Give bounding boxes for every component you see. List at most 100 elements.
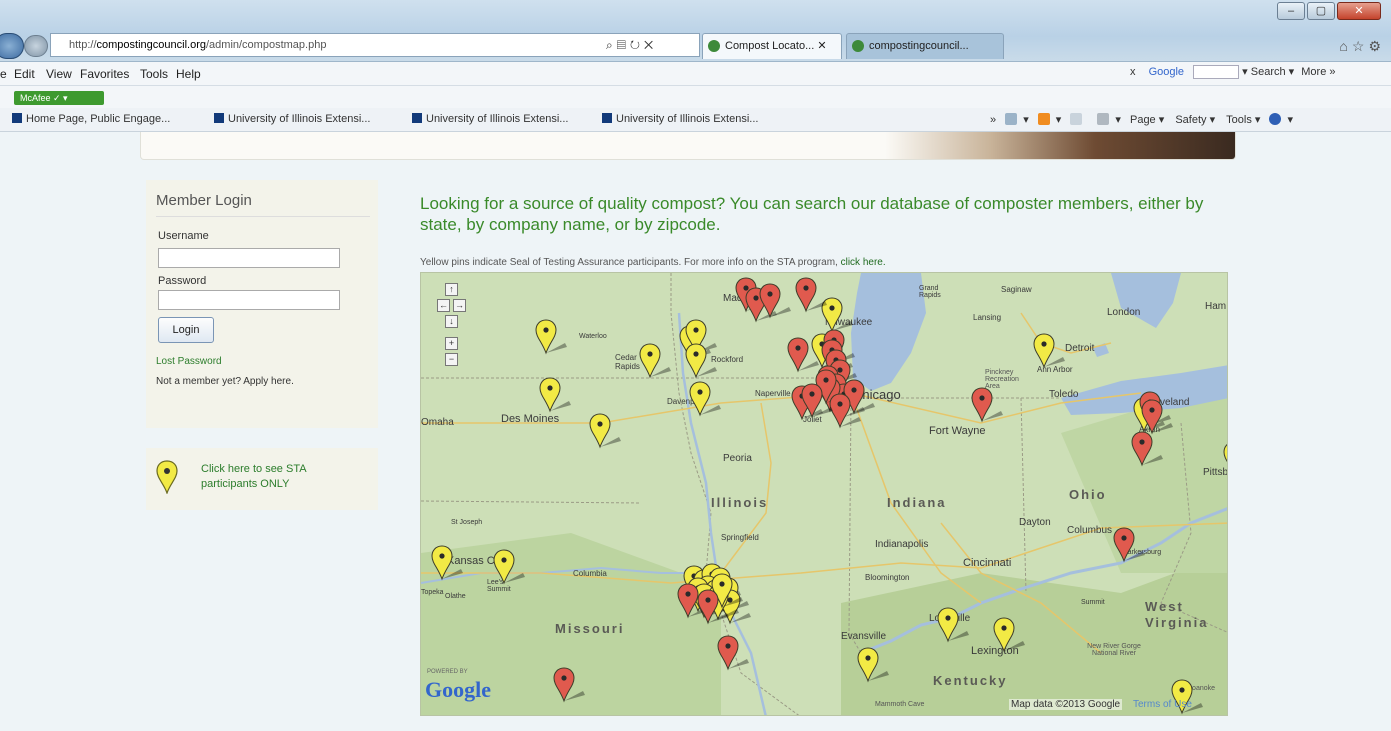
tab-compostingcouncil[interactable]: compostingcouncil... [846,33,1004,59]
member-pin[interactable] [553,667,587,703]
command-bar: » ▾ ▾ ▾ Page ▾ Safety ▾ Tools ▾ ▾ [990,113,1294,126]
map-label: Springfield [721,533,759,542]
sta-member-pin[interactable] [685,343,719,379]
google-logo[interactable]: POWERED BY Google [425,669,491,703]
map-label: Indiana [887,495,947,510]
favorite-link[interactable]: University of Illinois Extensi... [412,113,568,125]
zoom-in-button[interactable]: + [445,337,458,350]
sta-info-link[interactable]: click here. [841,257,886,268]
sta-member-pin[interactable] [539,377,573,413]
map-label: Waterloo [579,333,607,340]
favorite-link[interactable]: University of Illinois Extensi... [602,113,758,125]
sta-member-pin[interactable] [493,549,527,585]
terms-of-use-link[interactable]: Terms of Use [1133,699,1192,710]
more-button[interactable]: More » [1301,66,1335,78]
forward-icon[interactable] [24,35,48,57]
address-bar[interactable]: http://compostingcouncil.org/admin/compo… [50,33,700,57]
mail-icon[interactable] [1070,113,1083,125]
member-pin[interactable] [717,635,751,671]
help-icon[interactable] [1269,113,1282,125]
menu-tools[interactable]: Tools [140,67,168,81]
gear-icon[interactable]: ⚙ [1368,38,1385,54]
map-label: Topeka [421,589,444,596]
menu-favorites[interactable]: Favorites [80,67,129,81]
home-icon[interactable]: ⌂ [1339,38,1351,54]
map-label: Mammoth Cave [875,701,925,708]
sta-member-pin[interactable] [535,319,569,355]
zoom-out-button[interactable]: − [445,353,458,366]
back-icon[interactable] [0,33,24,59]
compost-map[interactable]: Illinois Indiana Ohio Missouri Kentucky … [420,272,1228,716]
window-controls: – ▢ ✕ [1275,2,1381,20]
menu-help[interactable]: Help [176,67,201,81]
rss-icon[interactable] [1037,113,1050,125]
address-actions[interactable]: ⌕▤↻✕ [606,38,657,53]
star-icon[interactable]: ☆ [1352,38,1369,54]
toolbar-close-button[interactable]: x [1130,66,1136,78]
sta-member-pin[interactable] [857,647,891,683]
map-label: Lansing [973,313,1002,322]
sta-member-pin[interactable] [993,617,1027,653]
login-button[interactable]: Login [158,317,214,343]
tools-menu[interactable]: Tools ▾ [1226,114,1260,126]
google-search-input[interactable] [1193,65,1240,80]
menu-view[interactable]: View [46,67,72,81]
tab-compost-locator[interactable]: Compost Locato... ✕ [702,33,842,59]
sta-filter-panel[interactable]: Click here to see STA participants ONLY [146,448,378,510]
safety-menu[interactable]: Safety ▾ [1175,114,1215,126]
password-field[interactable] [158,290,340,310]
pan-left-button[interactable]: ← [437,299,450,312]
member-pin[interactable] [1141,399,1175,435]
sta-member-pin[interactable] [639,343,673,379]
stop-icon[interactable]: ✕ [644,38,657,52]
sta-member-pin[interactable] [689,381,723,417]
map-label: Ohio [1069,487,1107,502]
favorite-link[interactable]: University of Illinois Extensi... [214,113,370,125]
member-pin[interactable] [759,283,793,319]
sta-member-pin[interactable] [1223,441,1228,477]
search-icon[interactable]: ⌕ [606,38,617,52]
member-pin[interactable] [1113,527,1147,563]
member-pin[interactable] [787,337,821,373]
leaf-icon [852,40,864,52]
close-window-button[interactable]: ✕ [1337,2,1381,20]
more-chevron-icon[interactable]: » [990,114,996,126]
sta-member-pin[interactable] [431,545,465,581]
pan-up-button[interactable]: ↑ [445,283,458,296]
member-pin[interactable] [697,589,731,625]
divider [156,216,370,217]
menu-edit[interactable]: Edit [14,67,35,81]
google-label: Google [1148,66,1185,78]
sta-member-pin[interactable] [937,607,971,643]
apply-link[interactable]: Not a member yet? Apply here. [156,376,294,387]
map-label: Grand Rapids [919,285,941,299]
favorite-link[interactable]: Home Page, Public Engage... [12,113,170,125]
pan-right-button[interactable]: → [453,299,466,312]
browser-top-icons[interactable]: ⌂☆⚙ [1339,38,1385,55]
map-label: Toledo [1049,389,1079,400]
menu-file[interactable]: e [0,67,7,81]
member-pin[interactable] [795,277,829,313]
pan-down-button[interactable]: ↓ [445,315,458,328]
member-pin[interactable] [801,383,835,419]
lost-password-link[interactable]: Lost Password [156,356,222,367]
username-label: Username [158,230,209,242]
member-pin[interactable] [971,387,1005,423]
search-button[interactable]: ▾ Search ▾ [1242,66,1294,78]
map-label: Kentucky [933,673,1008,688]
print-icon[interactable] [1097,113,1110,125]
minimize-button[interactable]: – [1277,2,1305,20]
maximize-button[interactable]: ▢ [1307,2,1335,20]
compat-icon[interactable]: ▤ [617,38,630,52]
sta-member-pin[interactable] [589,413,623,449]
refresh-icon[interactable]: ↻ [630,38,644,52]
sta-filter-link[interactable]: Click here to see STA participants ONLY [201,462,361,492]
mcafee-button[interactable]: McAfee ✓ ▾ [14,91,104,105]
sta-member-pin[interactable] [1033,333,1067,369]
username-field[interactable] [158,248,340,268]
member-pin[interactable] [1131,431,1165,467]
map-data-credit: Map data ©2013 Google [1009,699,1123,710]
map-label: Cincinnati [963,557,1012,569]
page-menu[interactable]: Page ▾ [1130,114,1164,126]
home-icon[interactable] [1005,113,1018,125]
